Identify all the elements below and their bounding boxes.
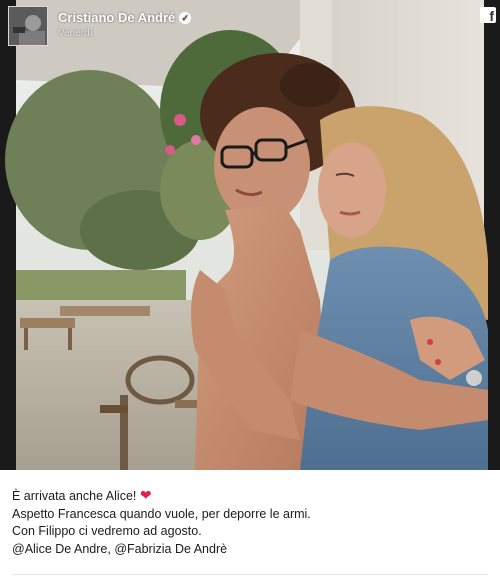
heart-icon: ❤	[139, 487, 152, 503]
caption-line-1: È arrivata anche Alice! ❤	[12, 487, 492, 506]
author-name[interactable]: Cristiano De André	[58, 10, 175, 25]
facebook-icon: f	[480, 7, 496, 24]
post-photo[interactable]: Cristiano De André ✓ Venerdì f	[0, 0, 500, 470]
check-badge-icon: ✓	[179, 12, 192, 24]
photo-illustration	[0, 0, 500, 470]
caption-line-2: Aspetto Francesca quando vuole, per depo…	[12, 506, 311, 521]
facebook-post: Cristiano De André ✓ Venerdì f È arrivata…	[0, 0, 500, 576]
caption-line-1-text: È arrivata anche Alice!	[12, 489, 137, 503]
caption-line-3: Con Filippo ci vedremo ad agosto.	[12, 524, 202, 538]
post-timestamp[interactable]: Venerdì	[58, 28, 92, 39]
avatar-image	[9, 7, 47, 45]
author-name-row[interactable]: Cristiano De André ✓	[58, 10, 192, 25]
divider	[12, 574, 488, 575]
avatar[interactable]	[8, 6, 48, 46]
caption-line-4-mentions[interactable]: @Alice De Andre, @Fabrizia De Andrè	[12, 541, 492, 559]
post-header: Cristiano De André ✓ Venerdì f	[0, 0, 500, 50]
post-caption: È arrivata anche Alice! ❤ Aspetto France…	[12, 487, 492, 558]
